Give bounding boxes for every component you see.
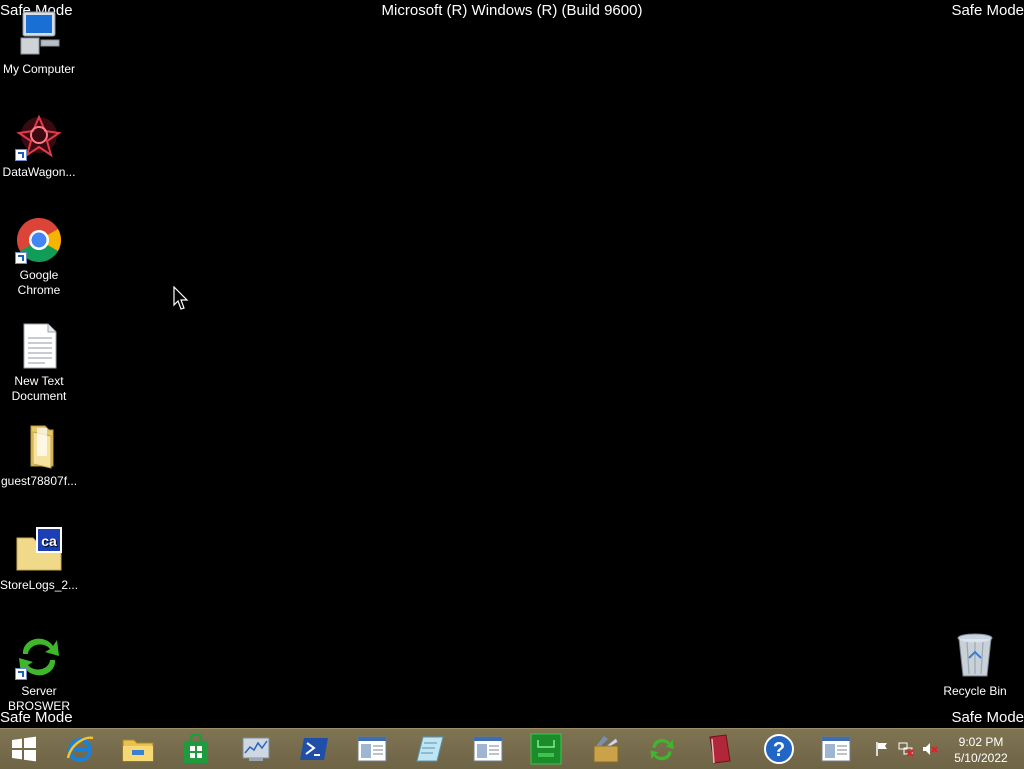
internet-explorer-icon bbox=[66, 736, 94, 762]
desktop-icon-recycle-bin[interactable]: Recycle Bin bbox=[936, 632, 1014, 699]
flag-icon[interactable] bbox=[874, 741, 890, 757]
performance-monitor-icon bbox=[242, 737, 270, 761]
desktop-icon-label: New Text Document bbox=[11, 374, 67, 403]
desktop-icon-label: DataWagon... bbox=[2, 165, 76, 179]
store-icon bbox=[184, 734, 208, 763]
clock-time: 9:02 PM bbox=[958, 735, 1004, 749]
desktop-icon-label: Recycle Bin bbox=[943, 684, 1007, 698]
shortcut-arrow-icon bbox=[15, 149, 27, 161]
ca-folder-icon: ca bbox=[15, 526, 63, 574]
desktop-icon-label: guest78807f... bbox=[0, 474, 78, 488]
desktop-icon-storelogs[interactable]: ca StoreLogs_2... bbox=[0, 526, 78, 593]
recycle-bin-icon bbox=[951, 632, 999, 680]
windows-build-label: Microsoft (R) Windows (R) (Build 9600) bbox=[381, 2, 643, 19]
book-button[interactable] bbox=[697, 732, 743, 766]
volume-muted-icon[interactable] bbox=[922, 741, 938, 757]
notepad-button[interactable] bbox=[407, 732, 453, 766]
window-button-2[interactable] bbox=[465, 732, 511, 766]
start-icon bbox=[12, 736, 36, 762]
desktop-icon-my-computer[interactable]: My Computer bbox=[0, 10, 78, 77]
chrome-icon bbox=[15, 216, 63, 264]
help-icon: ? bbox=[764, 734, 794, 764]
desktop-icon-google-chrome[interactable]: Google Chrome bbox=[0, 216, 78, 298]
mouse-pointer-icon bbox=[173, 285, 189, 312]
sync-icon bbox=[650, 738, 674, 761]
clock-date: 5/10/2022 bbox=[954, 751, 1008, 765]
desktop-icon-label: Google Chrome bbox=[17, 268, 61, 297]
book-icon bbox=[709, 734, 731, 764]
desktop-icon-new-text-document[interactable]: New Text Document bbox=[0, 322, 78, 404]
taskbar: ? 9:02 PM 5/10/2022 bbox=[0, 728, 1024, 769]
svg-text:?: ? bbox=[773, 739, 785, 761]
taskbar-clock[interactable]: 9:02 PM 5/10/2022 bbox=[946, 734, 1016, 766]
start-button[interactable] bbox=[1, 732, 47, 766]
desktop-icon-label: Server BROSWER bbox=[7, 684, 70, 713]
internet-explorer-button[interactable] bbox=[57, 732, 103, 766]
computer-icon bbox=[15, 10, 63, 58]
window-icon bbox=[473, 736, 503, 762]
tools-icon bbox=[593, 736, 619, 763]
desktop-icon-label: My Computer bbox=[2, 62, 76, 76]
performance-monitor-button[interactable] bbox=[233, 732, 279, 766]
folder-icon bbox=[15, 422, 63, 470]
notepad-icon bbox=[416, 736, 444, 762]
help-button[interactable]: ? bbox=[756, 732, 802, 766]
powershell-icon bbox=[300, 738, 328, 760]
safe-mode-label-bottom-right: Safe Mode bbox=[951, 709, 1024, 726]
desktop-icon-datawagon[interactable]: DataWagon... bbox=[0, 113, 78, 180]
file-explorer-button[interactable] bbox=[115, 732, 161, 766]
text-document-icon bbox=[15, 322, 63, 370]
desktop-icon-label: StoreLogs_2... bbox=[0, 578, 79, 592]
refresh-arrows-icon bbox=[15, 632, 63, 680]
network-icon[interactable] bbox=[898, 741, 914, 757]
shortcut-arrow-icon bbox=[15, 252, 27, 264]
file-explorer-icon bbox=[122, 739, 154, 762]
tools-button[interactable] bbox=[583, 732, 629, 766]
shortcut-arrow-icon bbox=[15, 668, 27, 680]
powershell-button[interactable] bbox=[291, 732, 337, 766]
window-button-3[interactable] bbox=[813, 732, 859, 766]
terminal-button[interactable] bbox=[523, 732, 569, 766]
terminal-icon bbox=[530, 733, 562, 765]
desktop-icon-server-broswer[interactable]: Server BROSWER bbox=[0, 632, 78, 714]
store-button[interactable] bbox=[173, 732, 219, 766]
desktop-icon-guest-folder[interactable]: guest78807f... bbox=[0, 422, 78, 489]
window-icon bbox=[821, 736, 851, 762]
sync-button[interactable] bbox=[639, 732, 685, 766]
window-icon bbox=[357, 736, 387, 762]
svg-text:ca: ca bbox=[41, 533, 57, 549]
window-button-1[interactable] bbox=[349, 732, 395, 766]
datawagon-icon bbox=[15, 113, 63, 161]
